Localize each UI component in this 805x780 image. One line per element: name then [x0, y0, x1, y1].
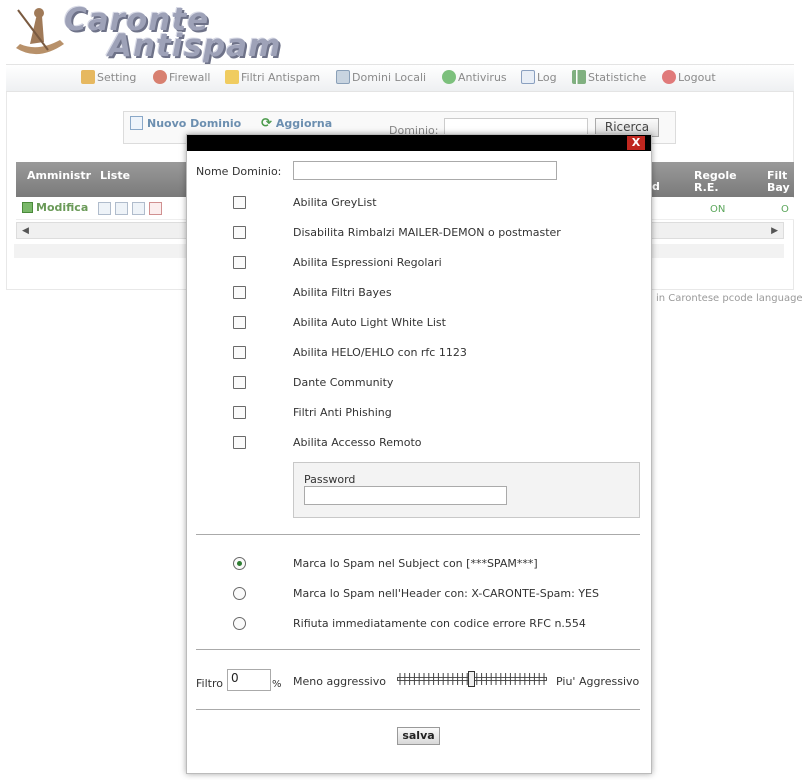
wrench-icon	[81, 70, 95, 84]
logout-icon	[662, 70, 676, 84]
greylist-checkbox[interactable]	[233, 196, 246, 209]
spam-reject-label: Rifiuta immediatamente con codice errore…	[293, 617, 586, 630]
menu-label: Log	[537, 70, 557, 84]
filter-label: Filtro	[196, 677, 223, 690]
filter-unit: %	[272, 679, 282, 690]
slider-handle[interactable]	[468, 671, 475, 687]
edit-icon	[22, 202, 33, 213]
dante-community-checkbox[interactable]	[233, 376, 246, 389]
refresh-icon: ⟳	[261, 116, 272, 131]
helo-checkbox[interactable]	[233, 346, 246, 359]
anti-phishing-checkbox[interactable]	[233, 406, 246, 419]
greylist-label: Abilita GreyList	[293, 196, 377, 209]
less-aggressive-label: Meno aggressivo	[293, 675, 386, 688]
footer-text: in Carontese pcode language	[656, 293, 803, 304]
firewall-icon	[153, 70, 167, 84]
auto-whitelist-label: Abilita Auto Light White List	[293, 316, 446, 329]
refresh-button[interactable]: ⟳ Aggiorna	[261, 116, 332, 131]
scroll-left-icon[interactable]: ◀	[22, 226, 29, 236]
menu-logout[interactable]: Logout	[662, 69, 716, 85]
domains-icon	[336, 70, 350, 84]
anti-phishing-label: Filtri Anti Phishing	[293, 406, 392, 419]
menu-label: Statistiche	[588, 70, 647, 84]
new-document-icon	[130, 116, 143, 130]
disable-bounces-label: Disabilita Rimbalzi MAILER-DEMON o postm…	[293, 226, 561, 239]
menu-domini-locali[interactable]: Domini Locali	[336, 69, 426, 85]
new-domain-button[interactable]: Nuovo Dominio	[130, 116, 241, 130]
app-logo: Caronte Antispam	[6, 2, 316, 64]
divider	[196, 534, 640, 535]
regole-status: ON	[710, 204, 726, 215]
menu-antivirus[interactable]: Antivirus	[442, 69, 507, 85]
col-d[interactable]: d	[652, 181, 660, 193]
domain-name-input[interactable]	[293, 161, 557, 180]
whitelist-icon[interactable]	[98, 202, 111, 215]
domain-name-label: Nome Dominio:	[196, 165, 282, 178]
regex-label: Abilita Espressioni Regolari	[293, 256, 442, 269]
menu-label: Firewall	[169, 70, 211, 84]
menu-label: Setting	[97, 70, 137, 84]
spam-header-label: Marca lo Spam nell'Header con: X-CARONTE…	[293, 587, 599, 600]
logo-line-2: Antispam	[108, 28, 282, 64]
menu-label: Filtri Antispam	[241, 70, 321, 84]
refresh-label: Aggiorna	[275, 117, 333, 130]
antivirus-icon	[442, 70, 456, 84]
aggressiveness-slider[interactable]	[397, 671, 547, 687]
ferryman-logo-icon	[16, 8, 64, 55]
remote-access-label: Abilita Accesso Remoto	[293, 436, 422, 449]
dialog-titlebar	[187, 135, 651, 151]
spam-subject-radio[interactable]	[233, 557, 246, 570]
helo-label: Abilita HELO/EHLO con rfc 1123	[293, 346, 467, 359]
edit-link[interactable]: Modifica	[22, 201, 88, 214]
save-button[interactable]: salva	[397, 727, 440, 745]
new-domain-label: Nuovo Dominio	[147, 116, 242, 130]
auto-whitelist-checkbox[interactable]	[233, 316, 246, 329]
bayes-label: Abilita Filtri Bayes	[293, 286, 392, 299]
password-label: Password	[304, 473, 356, 486]
menu-label: Logout	[678, 70, 716, 84]
spam-header-radio[interactable]	[233, 587, 246, 600]
menu-setting[interactable]: Setting	[81, 69, 136, 85]
stats-icon	[572, 70, 586, 84]
close-button[interactable]: X	[627, 136, 645, 150]
disable-bounces-checkbox[interactable]	[233, 226, 246, 239]
menu-statistiche[interactable]: Statistiche	[572, 69, 646, 85]
bayes-checkbox[interactable]	[233, 286, 246, 299]
filter-value-input[interactable]: 0	[227, 669, 271, 691]
menu-firewall[interactable]: Firewall	[153, 69, 210, 85]
log-icon	[521, 70, 535, 84]
dante-community-label: Dante Community	[293, 376, 394, 389]
block-list-icon[interactable]	[149, 202, 162, 215]
password-input[interactable]	[304, 486, 507, 505]
filtri-status: O	[781, 204, 789, 215]
col-filtri-bayes[interactable]: Filt Bay	[767, 170, 793, 194]
col-liste[interactable]: Liste	[100, 170, 130, 182]
remote-access-checkbox[interactable]	[233, 436, 246, 449]
divider	[196, 649, 640, 650]
user-list-icon[interactable]	[115, 202, 128, 215]
edit-label: Modifica	[36, 201, 89, 214]
shield-filter-icon	[225, 70, 239, 84]
divider	[196, 709, 640, 710]
edit-domain-dialog: X Nome Dominio: Abilita GreyList Disabil…	[186, 134, 652, 774]
menu-filtri-antispam[interactable]: Filtri Antispam	[225, 69, 320, 85]
menu-label: Antivirus	[458, 70, 507, 84]
spam-reject-radio[interactable]	[233, 617, 246, 630]
menu-label: Domini Locali	[352, 70, 427, 84]
more-aggressive-label: Piu' Aggressivo	[556, 675, 640, 688]
scroll-right-icon[interactable]: ▶	[771, 226, 778, 236]
document-list-icon[interactable]	[132, 202, 145, 215]
menu-log[interactable]: Log	[521, 69, 557, 85]
spam-subject-label: Marca lo Spam nel Subject con [***SPAM**…	[293, 557, 538, 570]
regex-checkbox[interactable]	[233, 256, 246, 269]
col-amministra[interactable]: Amministr	[27, 170, 91, 182]
col-regole-re[interactable]: Regole R.E.	[694, 170, 738, 194]
list-actions	[98, 202, 162, 215]
